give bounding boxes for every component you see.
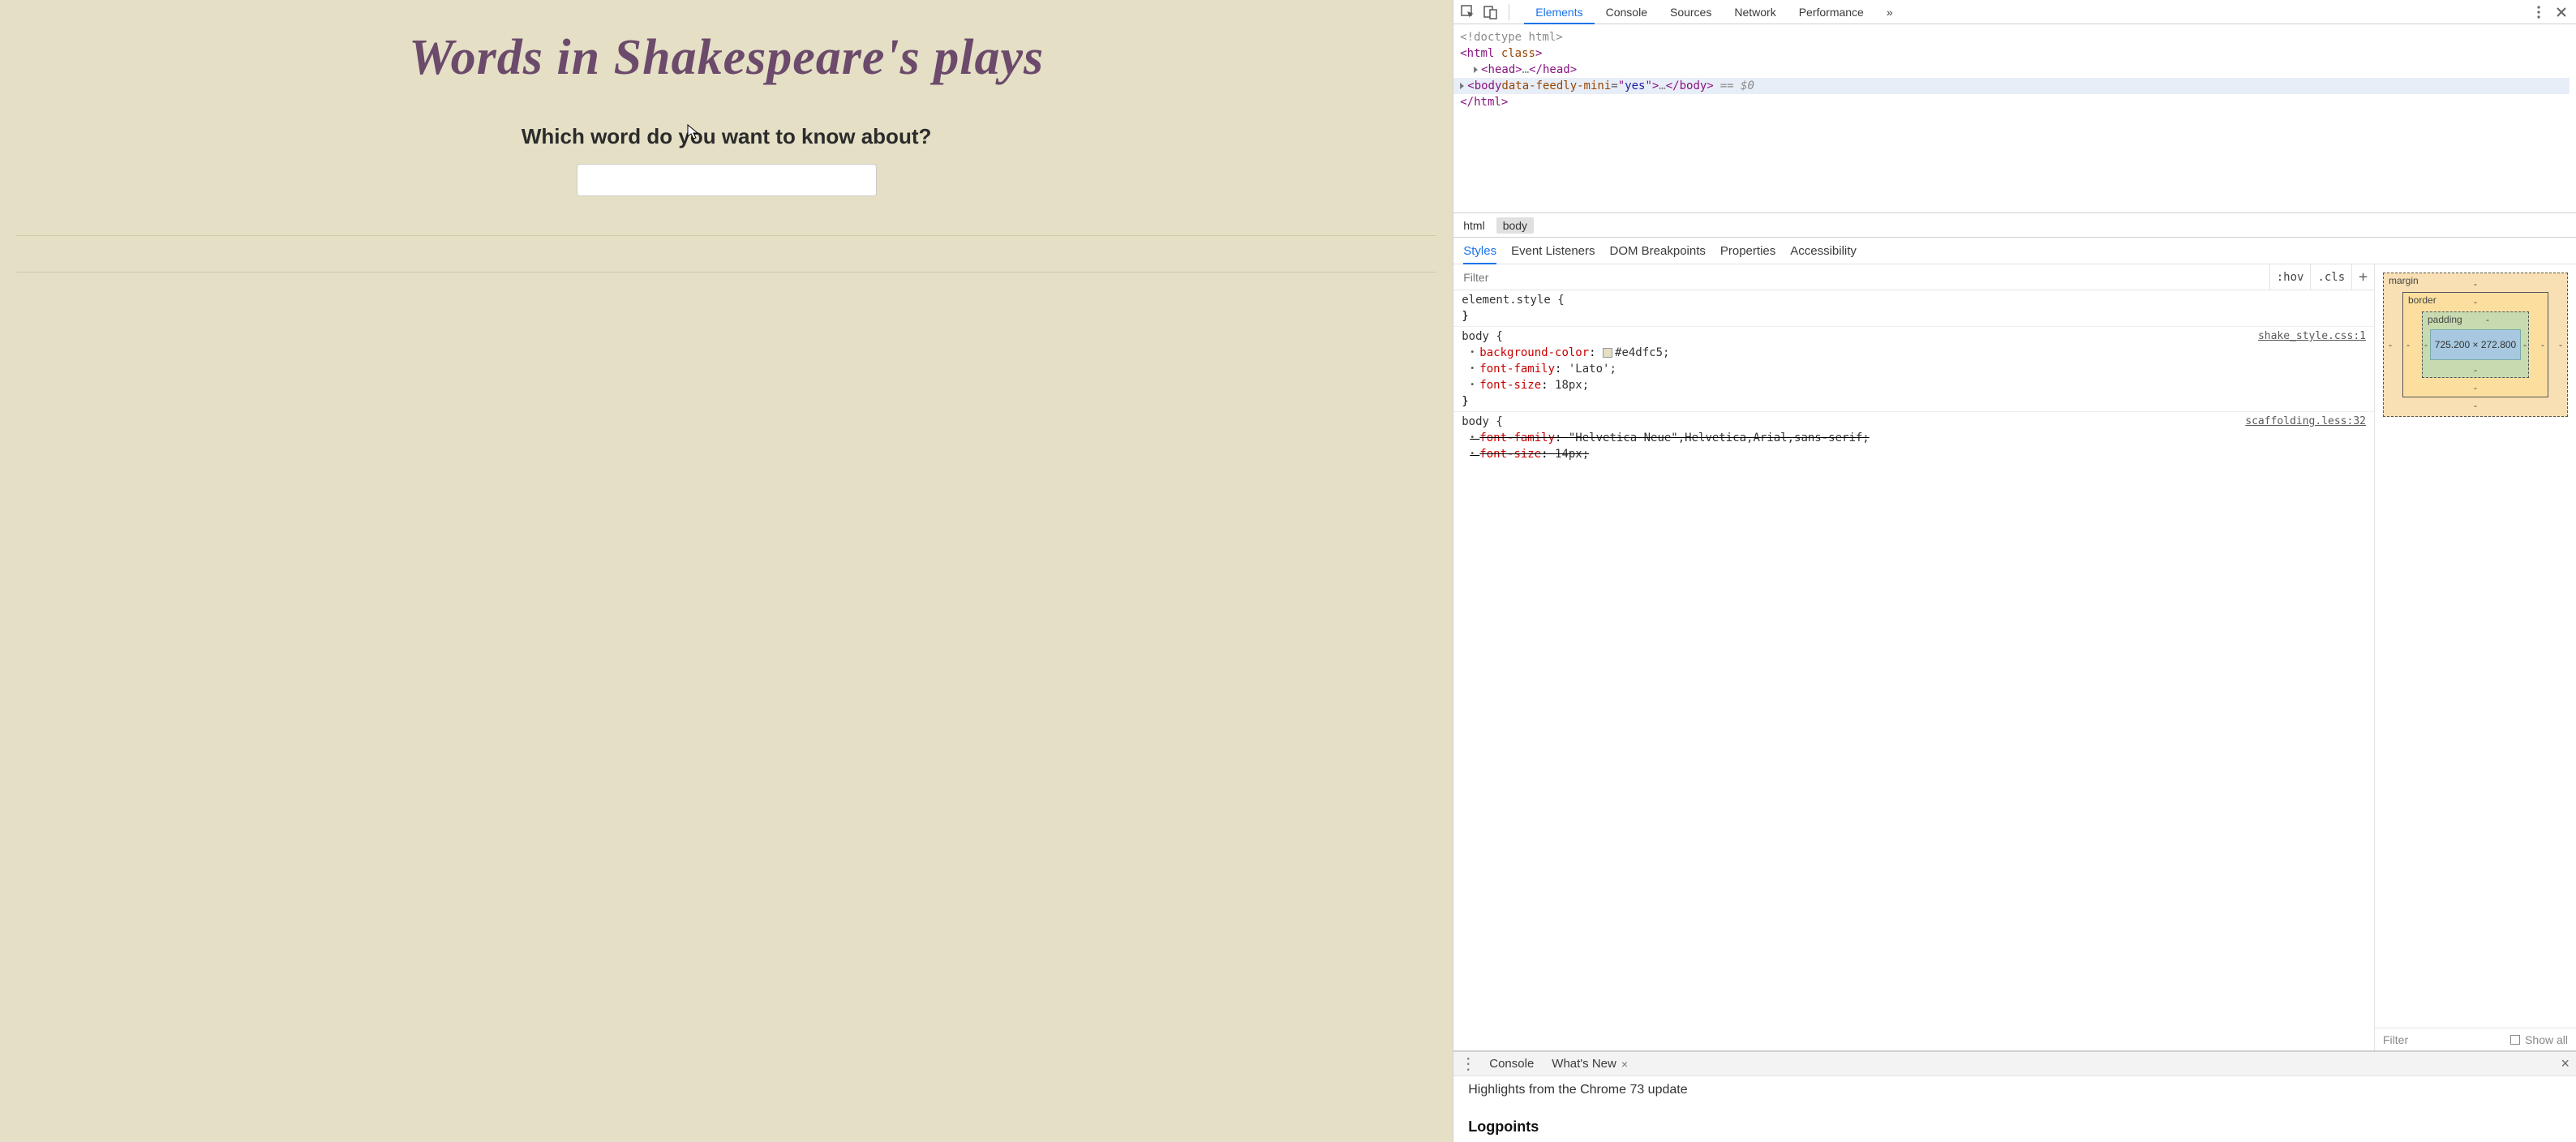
subtab-dom-breakpoints[interactable]: DOM Breakpoints (1610, 238, 1706, 264)
tab-network[interactable]: Network (1723, 0, 1787, 24)
dom-tree[interactable]: <!doctype html> <html class> <head>…</he… (1453, 24, 2576, 213)
box-model[interactable]: margin - - - - border - - - - padding (2375, 264, 2576, 1028)
device-toggle-icon[interactable] (1481, 2, 1501, 22)
new-style-rule-button[interactable]: + (2351, 264, 2374, 290)
cursor-icon (687, 124, 700, 140)
close-icon[interactable] (2552, 2, 2571, 22)
devtools-panel: Elements Console Sources Network Perform… (1453, 0, 2576, 1142)
subtab-event-listeners[interactable]: Event Listeners (1511, 238, 1595, 264)
style-rule[interactable]: shake_style.css:1body { background-color… (1453, 326, 2374, 411)
style-rule[interactable]: element.style { } (1453, 290, 2374, 326)
expand-caret-icon[interactable] (1474, 67, 1478, 73)
cls-toggle[interactable]: .cls (2310, 264, 2351, 290)
kebab-menu-icon[interactable] (2529, 2, 2548, 22)
tab-performance[interactable]: Performance (1788, 0, 1875, 24)
tab-console[interactable]: Console (1595, 0, 1659, 24)
hov-toggle[interactable]: :hov (2269, 264, 2311, 290)
dom-html-open: <html (1460, 47, 1501, 60)
rendered-page: Words in Shakespeare's plays Which word … (0, 0, 1453, 1142)
drawer-menu-icon[interactable]: ⋮ (1460, 1054, 1476, 1074)
devtools-toolbar: Elements Console Sources Network Perform… (1453, 0, 2576, 24)
divider (16, 235, 1436, 236)
page-title: Words in Shakespeare's plays (8, 29, 1445, 87)
crumb-body[interactable]: body (1496, 217, 1534, 234)
subtab-accessibility[interactable]: Accessibility (1790, 238, 1857, 264)
tab-sources[interactable]: Sources (1659, 0, 1723, 24)
dom-breadcrumbs: html body (1453, 213, 2576, 237)
subtab-properties[interactable]: Properties (1720, 238, 1775, 264)
inspect-icon[interactable] (1458, 2, 1478, 22)
checkbox-icon[interactable] (2510, 1035, 2520, 1045)
close-icon[interactable]: × (2561, 1055, 2570, 1072)
rule-source-link[interactable]: shake_style.css:1 (2258, 328, 2366, 345)
color-swatch-icon[interactable] (1603, 348, 1612, 358)
styles-toolbar: :hov .cls + (1453, 264, 2374, 290)
tab-elements[interactable]: Elements (1524, 0, 1594, 24)
crumb-html[interactable]: html (1463, 219, 1484, 232)
word-input[interactable] (577, 164, 877, 196)
tabs-overflow-icon[interactable]: » (1875, 0, 1904, 24)
whatsnew-section: Logpoints (1468, 1118, 2561, 1136)
drawer-tab-console[interactable]: Console (1484, 1057, 1539, 1071)
style-rule[interactable]: scaffolding.less:32body { font-family: "… (1453, 411, 2374, 464)
devtools-drawer: ⋮ Console What's New × × Highlights from… (1453, 1051, 2576, 1142)
rule-source-link[interactable]: scaffolding.less:32 (2245, 414, 2366, 430)
styles-filter-input[interactable] (1453, 264, 2269, 290)
dom-selected-line[interactable]: ⋯ <body data-feedly-mini="yes">…</body> … (1453, 78, 2570, 94)
whatsnew-heading: Highlights from the Chrome 73 update (1468, 1083, 2561, 1097)
dom-doctype: <!doctype html> (1460, 31, 1562, 44)
dom-html-close: </html> (1460, 96, 1508, 109)
divider (16, 272, 1436, 273)
close-icon[interactable]: × (1621, 1058, 1628, 1071)
drawer-tab-whatsnew[interactable]: What's New × (1547, 1057, 1633, 1071)
box-model-content: 725.200 × 272.800 (2430, 329, 2521, 360)
style-rules-scroll[interactable]: element.style { } shake_style.css:1body … (1453, 290, 2374, 1050)
sidebar-subtabs: Styles Event Listeners DOM Breakpoints P… (1453, 237, 2576, 264)
page-question-label: Which word do you want to know about? (8, 124, 1445, 149)
computed-filter-row: Filter Show all (2375, 1028, 2576, 1050)
dom-ellipsis-icon: ⋯ (1453, 78, 1460, 94)
expand-caret-icon[interactable] (1460, 83, 1464, 89)
subtab-styles[interactable]: Styles (1463, 238, 1496, 264)
